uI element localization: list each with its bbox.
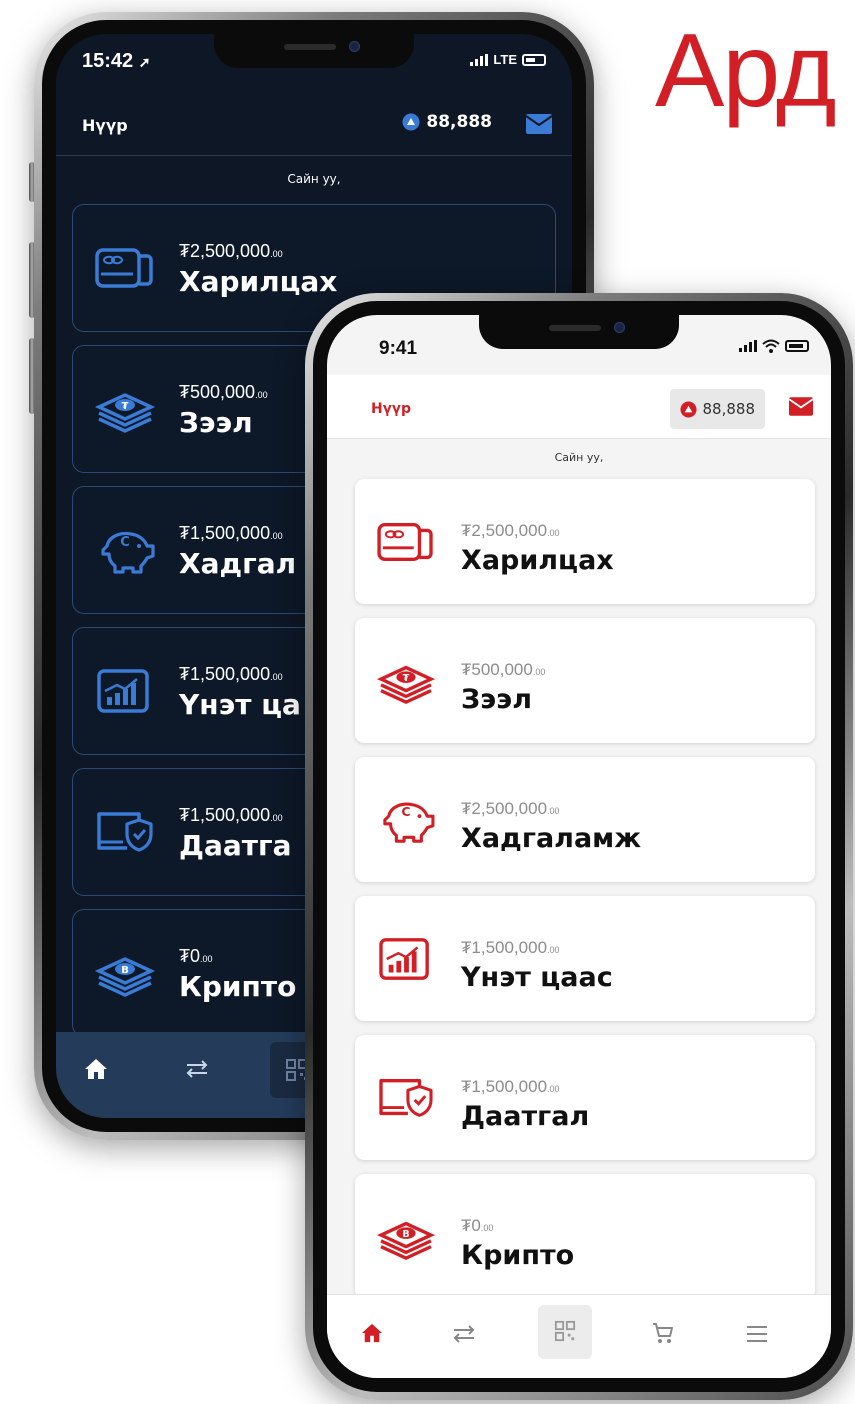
location-icon: ➚: [138, 54, 151, 70]
account-amount: ₮1,500,000.00: [179, 805, 283, 825]
account-card-current[interactable]: ₮2,500,000.00 Харилцах: [355, 479, 815, 604]
crypto-coin-icon: [375, 1212, 437, 1262]
status-time: 15:42 ➚: [82, 50, 151, 72]
account-amount: ₮2,500,000.00: [461, 521, 560, 540]
greeting-text: Сайн уу,: [554, 451, 604, 464]
signal-icon: [470, 53, 489, 66]
account-amount: ₮2,500,000.00: [179, 241, 283, 261]
notch: [479, 315, 679, 349]
mail-icon[interactable]: [526, 114, 552, 134]
points-icon: [679, 400, 697, 418]
account-amount: ₮0.00: [179, 946, 213, 966]
account-card-insurance[interactable]: ₮1,500,000.00 Даатгал: [355, 1035, 815, 1160]
points-balance[interactable]: 88,888: [402, 112, 492, 132]
speaker: [549, 325, 601, 331]
account-name: Хадгаламж: [461, 823, 642, 854]
account-amount: ₮500,000.00: [461, 660, 546, 679]
wifi-icon: [762, 339, 780, 353]
menu-icon[interactable]: [745, 1325, 769, 1343]
insurance-shield-icon: [93, 805, 157, 859]
qr-code-button[interactable]: [538, 1305, 592, 1359]
account-card-savings[interactable]: ₮2,500,000.00 Хадгаламж: [355, 757, 815, 882]
signal-icon: [739, 340, 757, 352]
account-name: Даатга: [179, 829, 292, 862]
account-name: Даатгал: [461, 1101, 590, 1132]
account-list: ₮2,500,000.00 Харилцах ₮500,000.00 Зээл …: [355, 479, 815, 1313]
speaker: [284, 44, 336, 50]
account-amount: ₮0.00: [461, 1216, 494, 1235]
battery-icon: [785, 340, 809, 352]
account-name: Үнэт цаас: [461, 962, 613, 993]
battery-icon: [522, 53, 546, 66]
notch: [214, 34, 414, 68]
status-network: [739, 339, 809, 353]
account-name: Крипто: [179, 970, 297, 1003]
account-name: Үнэт ца: [179, 688, 301, 721]
account-card-loan[interactable]: ₮500,000.00 Зээл: [355, 618, 815, 743]
account-name: Харилцах: [179, 265, 338, 298]
cart-icon[interactable]: [651, 1321, 675, 1345]
piggy-bank-icon: [93, 523, 157, 577]
front-phone-mockup: 9:41 Нүүр 88,888 Сайн уу, ₮2,500,000.00 …: [305, 293, 853, 1400]
account-name: Зээл: [179, 406, 253, 439]
account-card-securities[interactable]: ₮1,500,000.00 Үнэт цаас: [355, 896, 815, 1021]
card-icon: [375, 517, 437, 567]
transfer-icon[interactable]: [184, 1058, 210, 1080]
coins-stack-icon: [375, 656, 437, 706]
app-header: Нүүр 88,888: [56, 94, 572, 156]
transfer-icon[interactable]: [451, 1323, 477, 1345]
coins-stack-icon: [93, 382, 157, 436]
home-icon[interactable]: [361, 1323, 383, 1343]
mail-icon[interactable]: [789, 397, 813, 416]
insurance-shield-icon: [375, 1073, 437, 1123]
status-time: 9:41: [379, 338, 418, 359]
qr-code-icon: [554, 1320, 576, 1342]
piggy-bank-icon: [375, 795, 437, 845]
home-icon[interactable]: [84, 1058, 108, 1080]
bottom-nav: [327, 1294, 831, 1378]
points-icon: [402, 113, 420, 131]
stock-chart-icon: [93, 664, 157, 718]
greeting-text: Сайн уу,: [287, 172, 341, 186]
account-amount: ₮1,500,000.00: [461, 1077, 560, 1096]
stock-chart-icon: [375, 934, 437, 984]
account-amount: ₮500,000.00: [179, 382, 268, 402]
page-title: Нүүр: [371, 401, 411, 417]
page-title: Нүүр: [82, 116, 128, 135]
account-amount: ₮2,500,000.00: [461, 799, 560, 818]
account-amount: ₮1,500,000.00: [461, 938, 560, 957]
account-name: Хадгал: [179, 547, 297, 580]
front-phone-screen: 9:41 Нүүр 88,888 Сайн уу, ₮2,500,000.00 …: [327, 315, 831, 1378]
camera: [614, 322, 625, 333]
account-amount: ₮1,500,000.00: [179, 664, 283, 684]
account-name: Крипто: [461, 1240, 575, 1271]
points-balance[interactable]: 88,888: [669, 389, 765, 429]
account-card-crypto[interactable]: ₮0.00 Крипто: [355, 1174, 815, 1299]
status-network: LTE: [470, 52, 546, 67]
account-name: Зээл: [461, 684, 532, 715]
camera: [349, 41, 360, 52]
brand-wordmark: Ард: [655, 13, 837, 129]
account-amount: ₮1,500,000.00: [179, 523, 283, 543]
app-header: Нүүр 88,888: [327, 375, 831, 439]
crypto-coin-icon: [93, 946, 157, 1000]
card-icon: [93, 241, 157, 295]
account-name: Харилцах: [461, 545, 614, 576]
